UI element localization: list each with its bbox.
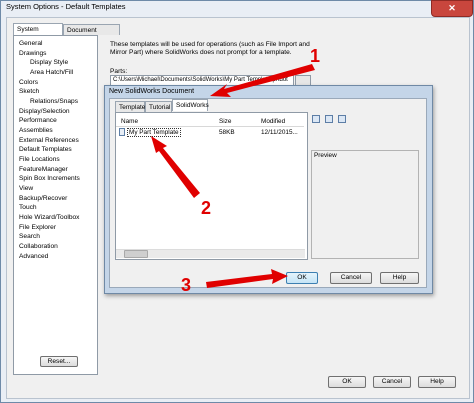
arrow-2 [151, 136, 200, 198]
annotation-arrows [151, 64, 315, 288]
annotation-number-1: 1 [310, 46, 321, 66]
annotation-number-2: 2 [201, 198, 212, 218]
arrow-3 [206, 269, 288, 288]
annotation-number-3: 3 [181, 275, 192, 295]
arrow-1 [210, 64, 315, 97]
